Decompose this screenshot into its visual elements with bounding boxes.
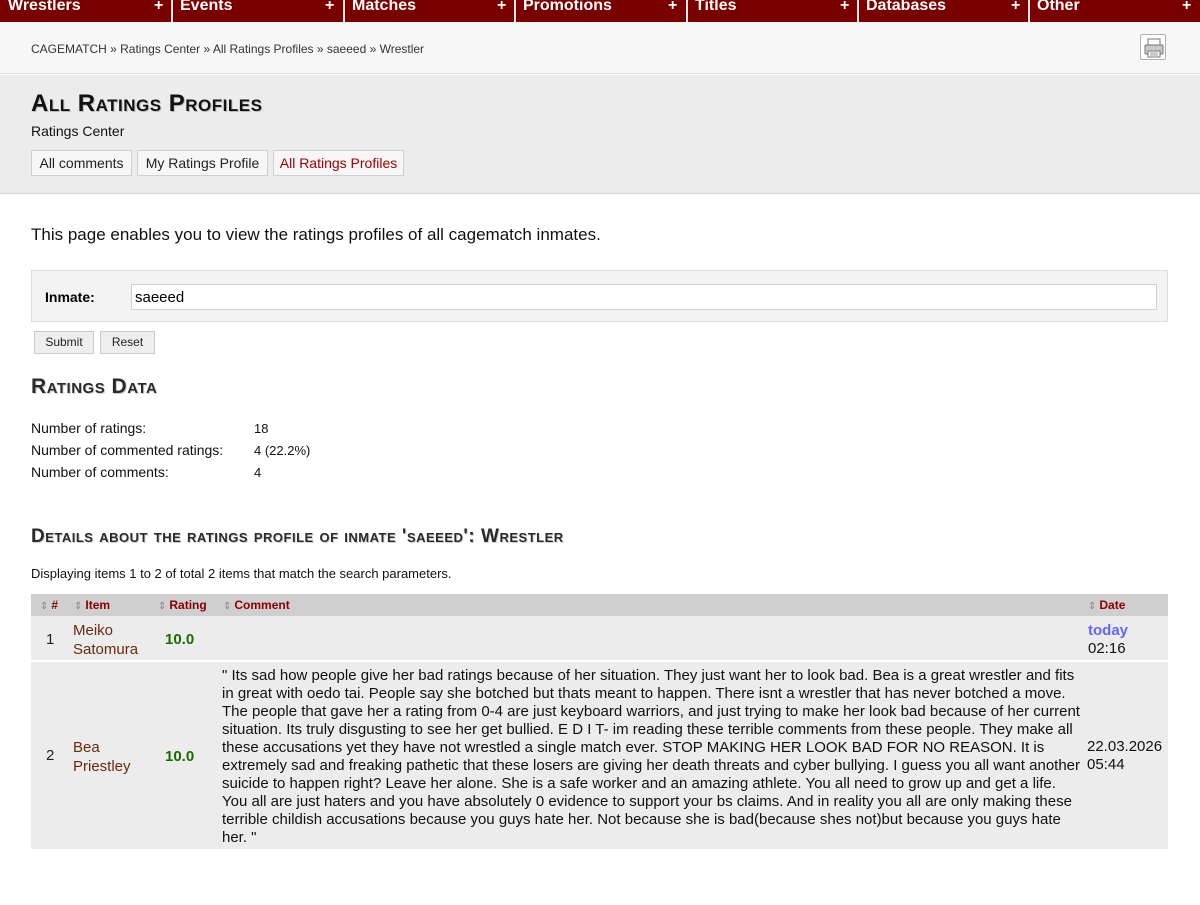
stat-value-commented: 4 (22.2%) <box>254 443 311 458</box>
row-number: 1 <box>46 631 55 648</box>
breadcrumb[interactable]: CAGEMATCH » Ratings Center » All Ratings… <box>31 42 424 56</box>
submit-button[interactable]: Submit <box>34 331 94 354</box>
page-subtitle: Ratings Center <box>31 123 125 139</box>
nav-titles-expand-icon[interactable]: + <box>840 0 849 17</box>
inmate-label: Inmate: <box>45 289 95 305</box>
nav-promotions[interactable]: Promotions <box>523 0 612 17</box>
col-header-rating[interactable]: ⇕ Rating <box>158 598 207 612</box>
nav-titles[interactable]: Titles <box>695 0 737 17</box>
top-navigation: Wrestlers + Events + Matches + Promotion… <box>0 0 1200 22</box>
nav-divider <box>857 0 859 22</box>
nav-divider <box>1028 0 1030 22</box>
breadcrumb-bar: CAGEMATCH » Ratings Center » All Ratings… <box>0 22 1200 74</box>
stat-value-ratings: 18 <box>254 421 269 436</box>
nav-databases[interactable]: Databases <box>866 0 946 17</box>
reset-button[interactable]: Reset <box>100 331 155 354</box>
sort-icon: ⇕ <box>158 601 167 612</box>
tab-all-ratings-profiles[interactable]: All Ratings Profiles <box>273 150 404 176</box>
nav-other-expand-icon[interactable]: + <box>1182 0 1191 17</box>
table-row: 2 Bea Priestley 10.0 " Its sad how people… <box>31 662 1168 850</box>
col-header-num[interactable]: ⇕ # <box>40 598 58 612</box>
stat-value-comments: 4 <box>254 465 262 480</box>
print-icon[interactable] <box>1140 34 1166 60</box>
search-form: Inmate: <box>31 270 1168 322</box>
stat-label-comments: Number of comments: <box>31 464 169 480</box>
stat-label-ratings: Number of ratings: <box>31 420 147 436</box>
results-summary: Displaying items 1 to 2 of total 2 items… <box>31 566 452 581</box>
inmate-input[interactable] <box>131 284 1157 310</box>
nav-matches-expand-icon[interactable]: + <box>497 0 506 17</box>
tab-all-comments[interactable]: All comments <box>31 150 132 176</box>
rating-date: today 02:16 <box>1088 622 1129 657</box>
details-title: Details about the ratings profile of inm… <box>31 526 564 547</box>
sort-icon: ⇕ <box>40 601 49 612</box>
nav-matches[interactable]: Matches <box>352 0 416 17</box>
nav-other[interactable]: Other <box>1037 0 1080 17</box>
tab-my-ratings-profile[interactable]: My Ratings Profile <box>137 150 268 176</box>
nav-wrestlers[interactable]: Wrestlers <box>8 0 81 17</box>
item-link[interactable]: Meiko Satomura <box>73 621 138 659</box>
col-header-date[interactable]: ⇕ Date <box>1088 598 1125 612</box>
table-header: ⇕ # ⇕ Item ⇕ Rating ⇕ Comment ⇕ Date <box>31 594 1168 616</box>
item-link[interactable]: Bea Priestley <box>73 738 131 776</box>
nav-divider <box>686 0 688 22</box>
nav-divider <box>171 0 173 22</box>
rating-value: 10.0 <box>165 748 195 765</box>
intro-text: This page enables you to view the rating… <box>31 225 601 244</box>
row-number: 2 <box>46 747 55 764</box>
col-header-comment[interactable]: ⇕ Comment <box>223 598 290 612</box>
rating-date: 22.03.2026 05:44 <box>1087 738 1163 773</box>
sort-icon: ⇕ <box>1088 601 1097 612</box>
nav-databases-expand-icon[interactable]: + <box>1011 0 1020 17</box>
sort-icon: ⇕ <box>74 601 83 612</box>
ratings-data-title: Ratings Data <box>31 375 158 398</box>
nav-events[interactable]: Events <box>180 0 232 17</box>
nav-promotions-expand-icon[interactable]: + <box>668 0 677 17</box>
nav-divider <box>343 0 345 22</box>
table-row: 1 Meiko Satomura 10.0 today 02:16 <box>31 616 1168 661</box>
stat-label-commented: Number of commented ratings: <box>31 442 224 458</box>
nav-wrestlers-expand-icon[interactable]: + <box>154 0 163 17</box>
nav-divider <box>514 0 516 22</box>
comment-text: " Its sad how people give her bad rating… <box>222 667 1081 846</box>
col-header-item[interactable]: ⇕ Item <box>74 598 110 612</box>
rating-value: 10.0 <box>165 631 195 648</box>
sort-icon: ⇕ <box>223 601 232 612</box>
nav-events-expand-icon[interactable]: + <box>325 0 334 17</box>
page-header: All Ratings Profiles Ratings Center All … <box>0 75 1200 194</box>
page-title: All Ratings Profiles <box>31 90 263 117</box>
